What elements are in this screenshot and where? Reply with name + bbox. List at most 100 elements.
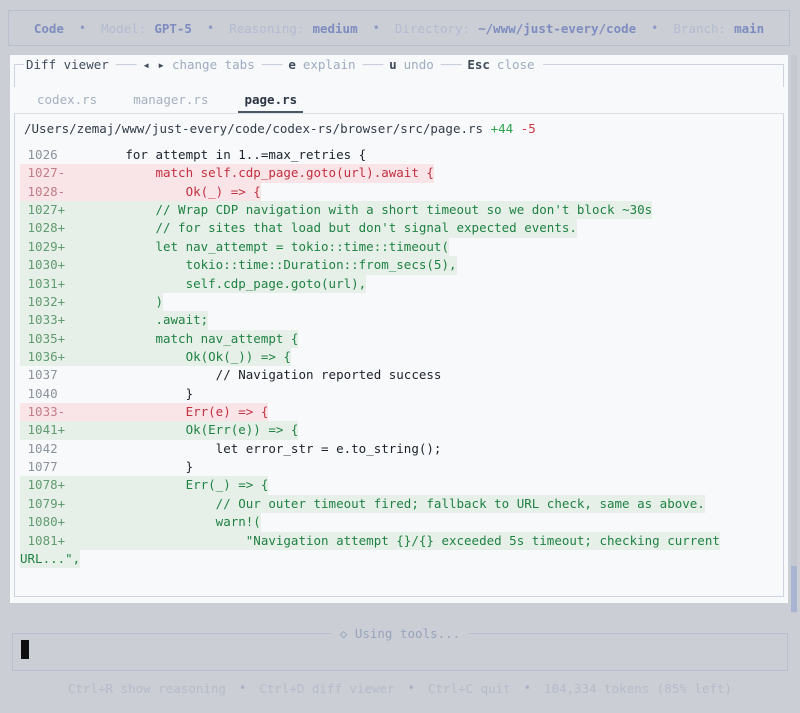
footer-hints: Ctrl+R show reasoning • Ctrl+D diff view… bbox=[0, 679, 800, 697]
diff-line: 1031+ self.cdp_page.goto(url), bbox=[20, 274, 776, 293]
separator-dot: • bbox=[238, 681, 247, 695]
file-tabs: codex.rs manager.rs page.rs bbox=[14, 87, 784, 114]
code-text: Ok(_) => { bbox=[65, 183, 261, 199]
diff-line: 1080+ warn!( bbox=[20, 513, 776, 532]
text-cursor bbox=[21, 640, 29, 659]
diff-line: 1040 } bbox=[20, 385, 776, 403]
separator-dot: • bbox=[372, 21, 380, 35]
scrollbar-track[interactable] bbox=[791, 55, 797, 613]
tab-manager-rs[interactable]: manager.rs bbox=[127, 87, 214, 113]
line-number: 1027+ bbox=[20, 202, 66, 218]
line-number: 1077 bbox=[20, 459, 66, 475]
line-number: 1026 bbox=[20, 147, 66, 162]
line-number: 1041+ bbox=[20, 422, 66, 438]
line-number: 1035+ bbox=[20, 330, 66, 346]
shortcut-key: u bbox=[389, 56, 397, 72]
diff-line: 1032+ ) bbox=[20, 292, 776, 312]
reasoning-value: medium bbox=[312, 20, 358, 36]
deletions-count: -5 bbox=[520, 121, 536, 136]
tab-codex-rs[interactable]: codex.rs bbox=[31, 87, 103, 113]
diff-line: 1078+ Err(_) => { bbox=[20, 476, 776, 495]
diff-line: 1033+ .await; bbox=[20, 311, 776, 330]
line-number: 1031+ bbox=[20, 275, 66, 291]
diff-line: 1030+ tokio::time::Duration::from_secs(5… bbox=[20, 256, 776, 275]
header-dash: ─── bbox=[440, 56, 462, 72]
diff-line: 1041+ Ok(Err(e)) => { bbox=[20, 421, 776, 440]
diff-line: 1081+ "Navigation attempt {}/{} exceeded… bbox=[20, 531, 776, 550]
reasoning-group: Reasoning: medium bbox=[229, 21, 357, 36]
line-number: 1029+ bbox=[20, 238, 66, 254]
reasoning-label: Reasoning: bbox=[229, 20, 305, 36]
code-text: // Our outer timeout fired; fallback to … bbox=[65, 495, 705, 511]
header-dash: ─── bbox=[362, 56, 384, 72]
directory-value: ~/www/just-every/code bbox=[478, 20, 637, 36]
line-number: 1078+ bbox=[20, 477, 66, 493]
code-text: "Navigation attempt {}/{} exceeded 5s ti… bbox=[65, 532, 720, 548]
diff-viewer-title: Diff viewer bbox=[26, 56, 109, 72]
code-text: URL...", bbox=[20, 550, 81, 566]
line-number: 1033- bbox=[20, 404, 66, 420]
line-number: 1036+ bbox=[20, 348, 66, 364]
code-text: self.cdp_page.goto(url), bbox=[65, 275, 367, 291]
line-number: 1037 bbox=[20, 367, 66, 383]
code-text: ) bbox=[65, 293, 163, 309]
diff-viewer-panel: Diff viewer ─── ◂ ▸ change tabs ─── e explain ─… bbox=[10, 55, 788, 603]
code-text: } bbox=[65, 385, 194, 401]
code-text: warn!( bbox=[65, 514, 261, 530]
code-text: // Navigation reported success bbox=[65, 367, 442, 383]
token-usage: 104,334 tokens (85% left) bbox=[543, 680, 733, 696]
app-name: Code bbox=[33, 20, 64, 36]
model-group: Model: GPT-5 bbox=[101, 21, 192, 36]
diff-line: 1036+ Ok(Ok(_)) => { bbox=[20, 347, 776, 367]
code-text: tokio::time::Duration::from_secs(5), bbox=[65, 257, 457, 273]
code-text: for attempt in 1..=max_retries { bbox=[65, 147, 367, 162]
line-number: 1042 bbox=[20, 440, 66, 456]
diff-line: 1027- match self.cdp_page.goto(url).awai… bbox=[20, 164, 776, 183]
code-text: } bbox=[65, 459, 194, 475]
diff-line: 1077 } bbox=[20, 458, 776, 476]
scrollbar-thumb[interactable] bbox=[791, 566, 797, 612]
status-bar: Code • Model: GPT-5 • Reasoning: medium … bbox=[8, 10, 790, 46]
model-label: Model: bbox=[101, 20, 147, 36]
composer-input[interactable]: ◇ Using tools... bbox=[12, 626, 788, 671]
code-text: Ok(Err(e)) => { bbox=[65, 422, 299, 438]
line-number: 1033+ bbox=[20, 312, 66, 328]
code-text: Err(e) => { bbox=[65, 404, 269, 420]
diff-line: 1035+ match nav_attempt { bbox=[20, 329, 776, 348]
line-number: 1081+ bbox=[20, 532, 66, 548]
code-text: match self.cdp_page.goto(url).await { bbox=[65, 165, 434, 181]
shortcut-label: change tabs bbox=[171, 56, 255, 72]
separator-dot: • bbox=[206, 21, 215, 35]
line-number: 1080+ bbox=[20, 514, 66, 530]
line-number: 1028- bbox=[20, 183, 66, 199]
diff-line: 1033- Err(e) => { bbox=[20, 403, 776, 422]
code-text: let error_str = e.to_string(); bbox=[65, 440, 442, 456]
diff-viewer-header: Diff viewer ─── ◂ ▸ change tabs ─── e explain ─… bbox=[24, 55, 543, 73]
separator-dot: • bbox=[407, 681, 415, 695]
diff-line: URL...", bbox=[20, 549, 776, 569]
code-text: match nav_attempt { bbox=[65, 330, 299, 346]
branch-label: Branch: bbox=[673, 20, 727, 36]
diff-line: 1027+ // Wrap CDP navigation with a shor… bbox=[20, 201, 776, 220]
code-text: let nav_attempt = tokio::time::timeout( bbox=[65, 238, 449, 254]
code-text: // for sites that load but don't signal … bbox=[65, 220, 577, 236]
diff-line: 1029+ let nav_attempt = tokio::time::tim… bbox=[20, 237, 776, 257]
shortcut-key: Esc bbox=[467, 56, 490, 72]
composer-status: ◇ Using tools... bbox=[13, 625, 787, 642]
line-number: 1032+ bbox=[20, 293, 66, 309]
code-text: .await; bbox=[65, 312, 209, 328]
line-number: 1027- bbox=[20, 165, 66, 181]
diff-line: 1079+ // Our outer timeout fired; fallba… bbox=[20, 494, 776, 514]
diff-lines: 1026 for attempt in 1..=max_retries { 10… bbox=[20, 146, 776, 569]
hint-quit: Ctrl+C quit bbox=[427, 680, 511, 696]
code-text: Err(_) => { bbox=[65, 477, 269, 493]
diff-line: 1037 // Navigation reported success bbox=[20, 366, 776, 384]
diff-line: 1028+ // for sites that load but don't s… bbox=[20, 219, 776, 238]
file-path: /Users/zemaj/www/just-every/code/codex-r… bbox=[24, 121, 484, 136]
model-value: GPT-5 bbox=[154, 20, 192, 36]
file-path-row: /Users/zemaj/www/just-every/code/codex-r… bbox=[24, 121, 536, 139]
shortcut-key: e bbox=[288, 56, 296, 72]
status-text: ◇ Using tools... bbox=[330, 626, 470, 641]
hint-show-reasoning: Ctrl+R show reasoning bbox=[67, 680, 226, 696]
tab-page-rs[interactable]: page.rs bbox=[238, 87, 303, 113]
